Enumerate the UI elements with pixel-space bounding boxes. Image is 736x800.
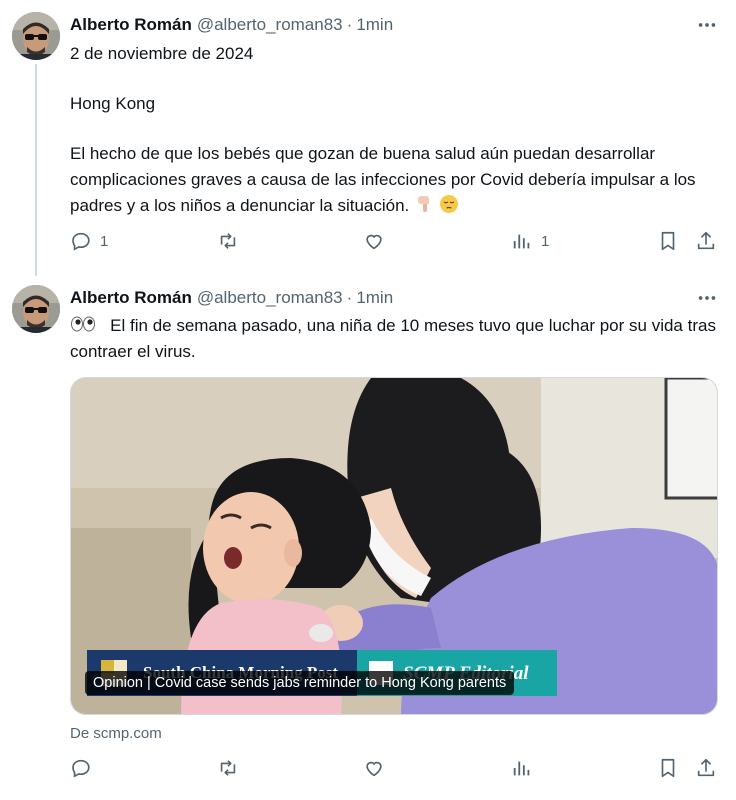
reply-icon: [72, 759, 90, 778]
avatar[interactable]: [12, 285, 60, 333]
tweet-header: Alberto Román @alberto_roman83 · 1min: [70, 14, 676, 36]
tweet-body-text: El fin de semana pasado, una niña de 10 …: [70, 316, 716, 361]
tweet-location-text: Hong Kong: [70, 94, 156, 113]
bookmark-icon: [661, 758, 675, 778]
reply-button[interactable]: [70, 756, 100, 780]
share-button[interactable]: [695, 756, 717, 780]
article-photo: South China Morning Post SCMP Editorial: [71, 378, 717, 714]
author-handle[interactable]: @alberto_roman83: [197, 15, 343, 35]
author-name[interactable]: Alberto Román: [70, 15, 192, 35]
views-icon: [513, 234, 530, 249]
author-name[interactable]: Alberto Román: [70, 288, 192, 308]
avatar[interactable]: [12, 12, 60, 60]
card-caption: Opinion | Covid case sends jabs reminder…: [85, 671, 515, 695]
share-icon: [697, 231, 715, 250]
tweet-actions: 1 1: [70, 229, 720, 253]
views-count: 1: [541, 232, 550, 250]
like-button[interactable]: [363, 229, 393, 253]
views-icon: [513, 761, 530, 776]
bookmark-button[interactable]: [657, 229, 679, 253]
timestamp[interactable]: 1min: [356, 288, 393, 308]
share-button[interactable]: [695, 229, 717, 253]
reply-count: 1: [100, 232, 109, 250]
retweet-icon: [220, 760, 236, 776]
like-icon: [366, 234, 382, 250]
tweet-body: El hecho de que los bebés que gozan de b…: [70, 141, 720, 219]
pointing-down-emoji-icon: [414, 194, 434, 214]
retweet-icon: [220, 233, 236, 249]
reply-button[interactable]: 1: [70, 229, 108, 253]
like-icon: [366, 761, 382, 777]
tweet-2[interactable]: Alberto Román @alberto_roman83 · 1min El…: [0, 283, 736, 800]
separator-dot: ·: [346, 288, 353, 307]
more-icon[interactable]: [696, 287, 718, 309]
tweet-1[interactable]: Alberto Román @alberto_roman83 · 1min 2 …: [0, 0, 736, 283]
author-handle[interactable]: @alberto_roman83: [197, 288, 343, 308]
eyes-emoji-icon: [70, 314, 96, 334]
bookmark-icon: [661, 231, 675, 251]
retweet-button[interactable]: [217, 756, 247, 780]
pensive-face-emoji-icon: [439, 194, 459, 214]
tweet-body: El fin de semana pasado, una niña de 10 …: [70, 313, 720, 365]
more-icon[interactable]: [696, 14, 718, 36]
tweet-body-text: El hecho de que los bebés que gozan de b…: [70, 144, 696, 215]
views-button[interactable]: [511, 756, 541, 780]
separator-dot: ·: [346, 15, 353, 34]
tweet-date-text: 2 de noviembre de 2024: [70, 44, 254, 63]
like-button[interactable]: [363, 756, 393, 780]
link-card[interactable]: South China Morning Post SCMP Editorial …: [70, 377, 718, 715]
reply-icon: [72, 232, 90, 251]
card-domain[interactable]: De scmp.com: [70, 725, 162, 742]
tweet-actions: [70, 756, 720, 780]
tweet-header: Alberto Román @alberto_roman83 · 1min: [70, 287, 676, 309]
views-button[interactable]: 1: [511, 229, 549, 253]
thread-connector: [35, 64, 37, 276]
bookmark-button[interactable]: [657, 756, 679, 780]
timestamp[interactable]: 1min: [356, 15, 393, 35]
retweet-button[interactable]: [217, 229, 247, 253]
share-icon: [697, 758, 715, 777]
